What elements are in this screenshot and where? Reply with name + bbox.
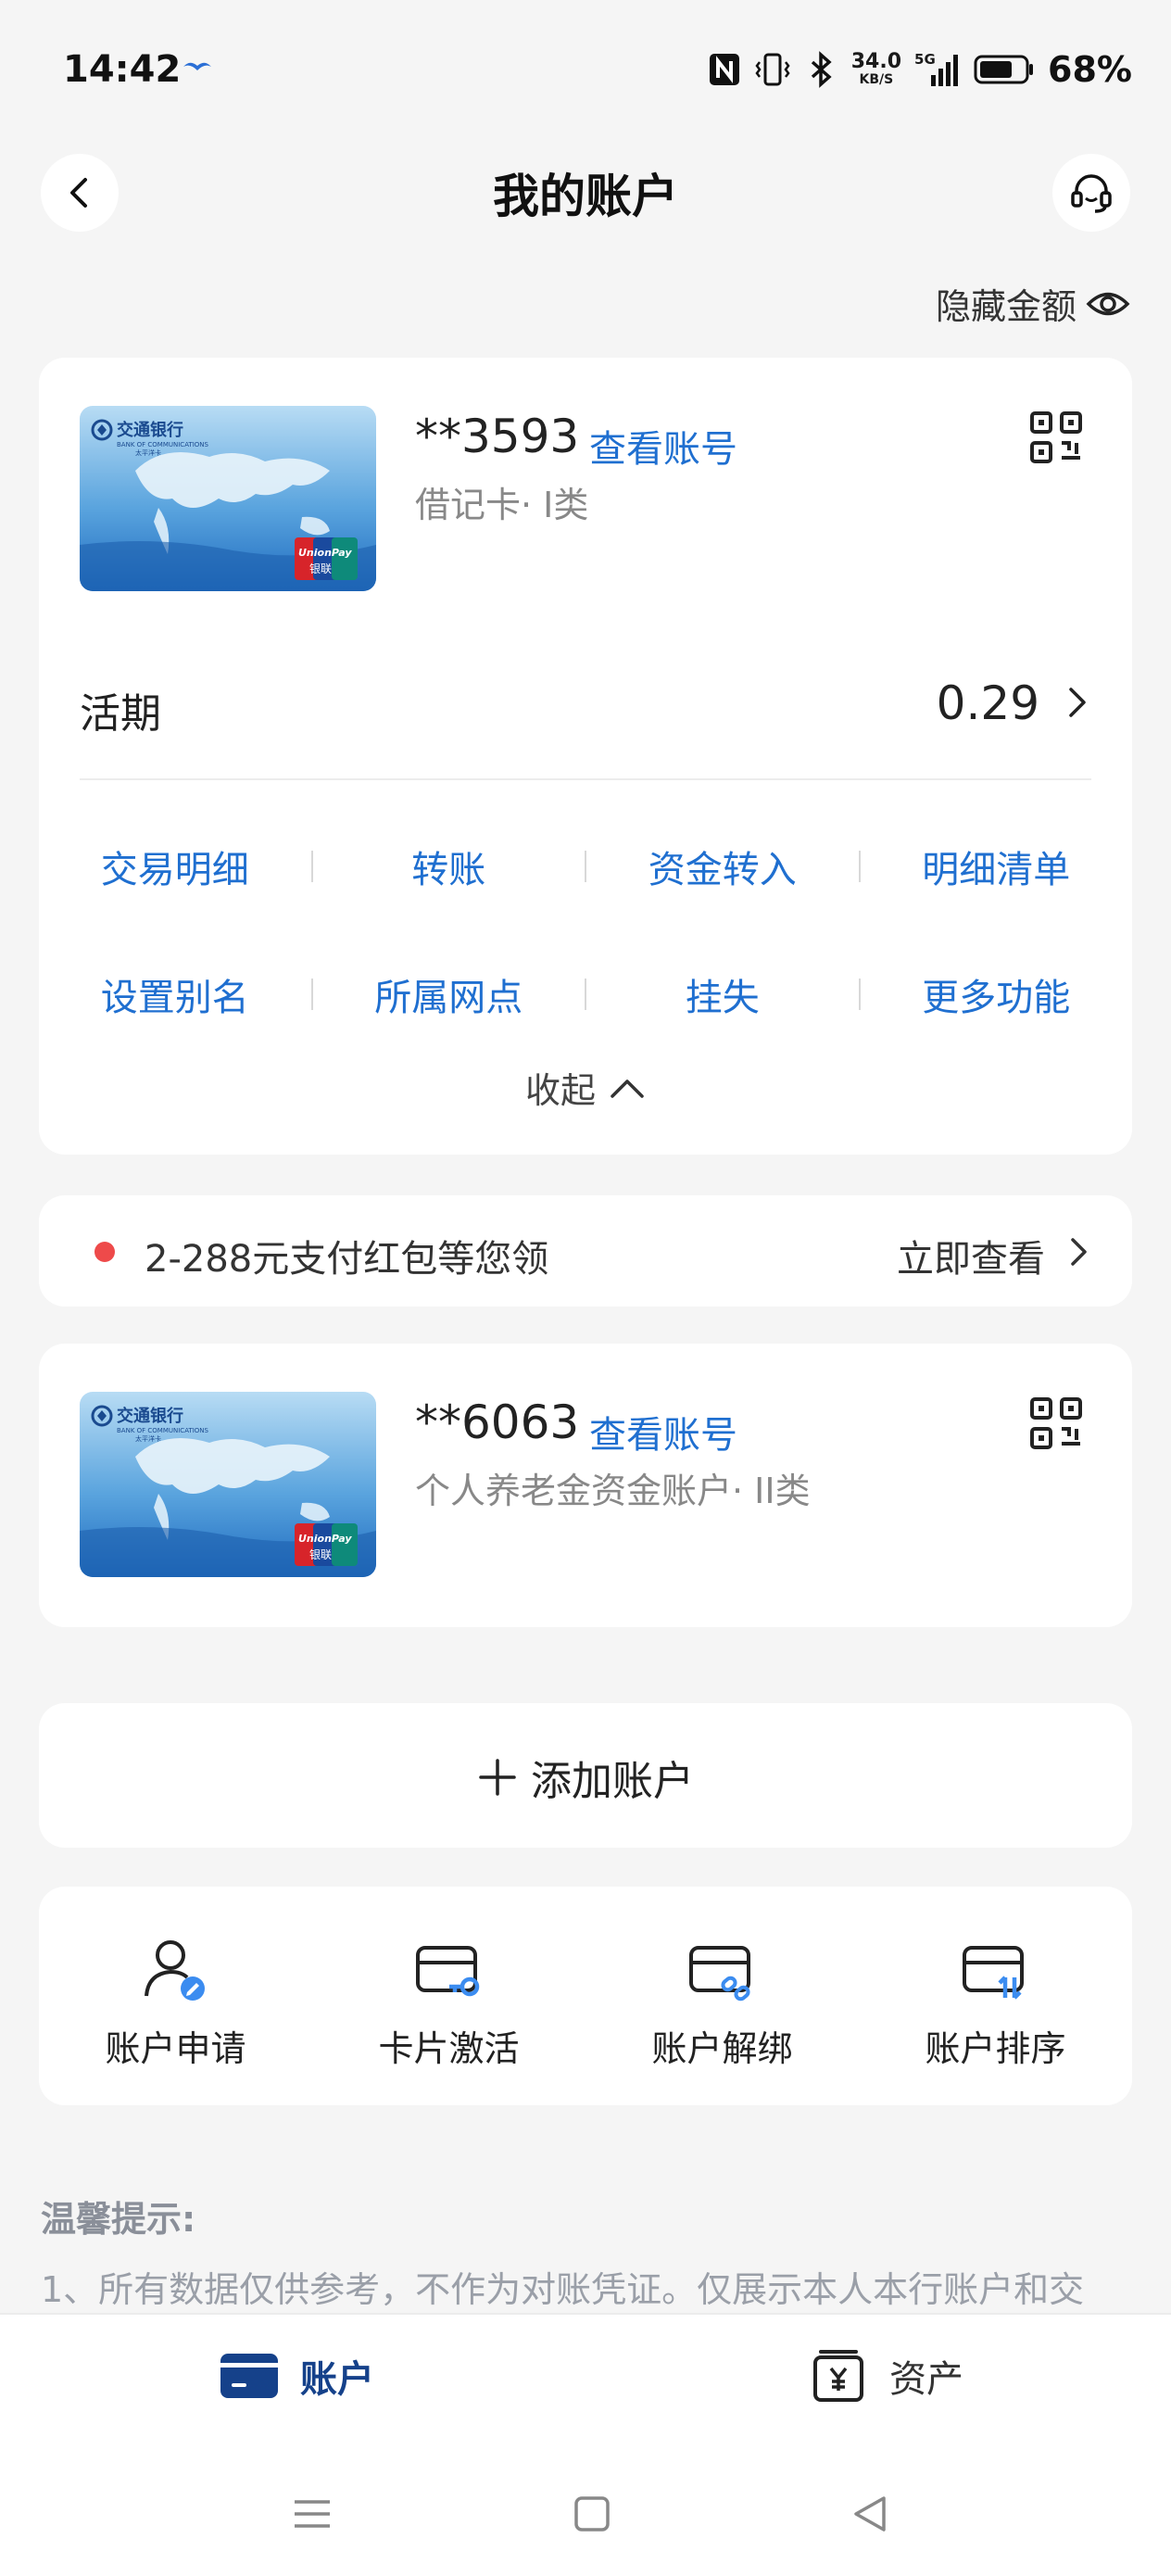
qa-label: 账户申请: [105, 2028, 246, 2069]
unionpay-logo: UnionPay 银联: [295, 537, 358, 580]
battery-percent: 68%: [1048, 49, 1132, 90]
customer-service-button[interactable]: [1052, 154, 1130, 232]
bank-card-image[interactable]: 交通银行 BANK OF COMMUNICATIONS 太平洋卡 UnionPa…: [80, 406, 376, 591]
tab-account-label: 账户: [300, 2358, 374, 2401]
balance-label: 活期: [80, 690, 161, 738]
vibrate-icon: [755, 53, 790, 86]
card-icon: [220, 2354, 278, 2398]
signal-icon: 5G: [914, 51, 961, 88]
unionpay-label: UnionPay: [298, 547, 352, 559]
tab-bar: 账户 资产: [0, 2313, 1171, 2576]
account-functions: 交易明细 转账 资金转入 明细清单 设置别名 所属网点 挂失 更多功能: [39, 802, 1132, 1058]
promo-view-now[interactable]: 立即查看: [897, 1229, 1045, 1282]
fn-set-alias[interactable]: 设置别名: [39, 967, 311, 1021]
headset-icon: [1071, 174, 1112, 213]
qa-account-sort[interactable]: 账户排序: [859, 1933, 1132, 2071]
card-sort-icon: [962, 1946, 1024, 2000]
unionpay-logo: UnionPay 银联: [295, 1523, 358, 1566]
qa-label: 卡片激活: [378, 2028, 520, 2069]
bank-card-image[interactable]: 交通银行 BANK OF COMMUNICATIONS 太平洋卡 UnionPa…: [80, 1392, 376, 1577]
plus-icon: [479, 1759, 516, 1796]
bird-notification-icon: [183, 62, 211, 70]
back-triangle-icon[interactable]: [847, 2491, 893, 2537]
fn-statement-list[interactable]: 明细清单: [861, 840, 1133, 893]
bank-name-en: BANK OF COMMUNICATIONS: [117, 441, 209, 448]
status-bar: 14:42 34.0 KB/S 5G 68%: [0, 0, 1171, 139]
home-icon[interactable]: [569, 2491, 615, 2537]
hide-amount-label: 隐藏金额: [935, 286, 1077, 327]
fn-fund-transfer-in[interactable]: 资金转入: [586, 840, 859, 893]
nfc-icon: [709, 54, 739, 85]
add-account-button[interactable]: 添加账户: [39, 1703, 1132, 1848]
account-card-2: 交通银行 BANK OF COMMUNICATIONS 太平洋卡 UnionPa…: [39, 1344, 1132, 1627]
promo-banner[interactable]: 2-288元支付红包等您领 立即查看: [39, 1195, 1132, 1307]
bank-card-sub: 太平洋卡: [135, 1434, 161, 1443]
qr-code-icon[interactable]: [1028, 1395, 1084, 1451]
chevron-up-icon: [611, 1079, 644, 1098]
battery-icon: [974, 55, 1034, 84]
promo-text: 2-288元支付红包等您领: [145, 1238, 549, 1281]
view-account-number-link[interactable]: 查看账号: [589, 1405, 737, 1458]
hide-amount-toggle[interactable]: 隐藏金额: [936, 278, 1130, 329]
bank-name-en: BANK OF COMMUNICATIONS: [117, 1427, 209, 1434]
user-edit-icon: [144, 1940, 205, 2001]
card-key-icon: [415, 1946, 479, 1997]
tips-title: 温馨提示:: [41, 2199, 196, 2240]
tips-text: 1、所有数据仅供参考，不作为对账凭证。仅展示本人本行账户和交: [41, 2269, 1085, 2310]
promo-dot: [94, 1242, 115, 1262]
tab-assets-label: 资产: [889, 2358, 963, 2401]
view-account-number-link[interactable]: 查看账号: [589, 419, 737, 473]
account-number: **6063: [415, 1395, 580, 1449]
account-type: 借记卡· I类: [415, 485, 589, 525]
qa-card-activate[interactable]: 卡片激活: [312, 1933, 586, 2071]
page-title: 我的账户: [493, 170, 678, 223]
divider: [80, 778, 1091, 780]
balance-value[interactable]: 0.29: [937, 676, 1039, 730]
card-unlink-icon: [688, 1946, 750, 2001]
account-type: 个人养老金资金账户· II类: [415, 1471, 811, 1511]
chevron-right-icon: [1071, 1238, 1087, 1266]
net-speed-unit: KB/S: [859, 72, 894, 87]
collapse-label: 收起: [524, 1070, 596, 1111]
fn-transfer[interactable]: 转账: [313, 840, 586, 893]
fn-transaction-details[interactable]: 交易明细: [39, 840, 311, 893]
fn-report-loss[interactable]: 挂失: [586, 967, 859, 1021]
bank-card-sub: 太平洋卡: [135, 448, 161, 457]
wallet-yuan-icon: [813, 2350, 863, 2402]
account-number: **3593: [415, 410, 580, 463]
net-speed-value: 34.0: [850, 50, 902, 73]
bluetooth-icon: [811, 51, 832, 88]
unionpay-label: UnionPay: [298, 1533, 352, 1545]
tab-assets[interactable]: 资产: [808, 2348, 963, 2404]
unionpay-cn: 银联: [309, 1548, 332, 1561]
chevron-right-icon[interactable]: [1064, 684, 1091, 721]
qa-label: 账户排序: [925, 2028, 1066, 2069]
bank-name: 交通银行: [117, 420, 183, 440]
qa-account-unbind[interactable]: 账户解绑: [586, 1933, 859, 2071]
bank-name: 交通银行: [117, 1406, 183, 1426]
status-icons: 34.0 KB/S 5G 68%: [707, 46, 1132, 93]
account-card-1: 交通银行 BANK OF COMMUNICATIONS 太平洋卡 UnionPa…: [39, 358, 1132, 1155]
net-speed: 34.0 KB/S: [850, 50, 902, 88]
status-time: 14:42: [63, 48, 182, 91]
qa-account-apply[interactable]: 账户申请: [39, 1933, 312, 2071]
fn-more-functions[interactable]: 更多功能: [861, 967, 1133, 1021]
qa-label: 账户解绑: [651, 2028, 793, 2069]
system-nav-bar: [0, 2491, 1171, 2565]
qr-code-icon[interactable]: [1028, 410, 1084, 465]
tab-account[interactable]: 账户: [219, 2348, 374, 2404]
nav-bar: 我的账户: [0, 139, 1171, 250]
fn-branch[interactable]: 所属网点: [313, 967, 586, 1021]
menu-icon[interactable]: [289, 2491, 335, 2537]
quick-actions: 账户申请 卡片激活 账户解绑 账户排序: [39, 1887, 1132, 2105]
add-account-label: 添加账户: [531, 1758, 694, 1805]
collapse-button[interactable]: 收起: [39, 1062, 1132, 1113]
unionpay-cn: 银联: [309, 562, 332, 575]
eye-icon: [1086, 292, 1130, 315]
